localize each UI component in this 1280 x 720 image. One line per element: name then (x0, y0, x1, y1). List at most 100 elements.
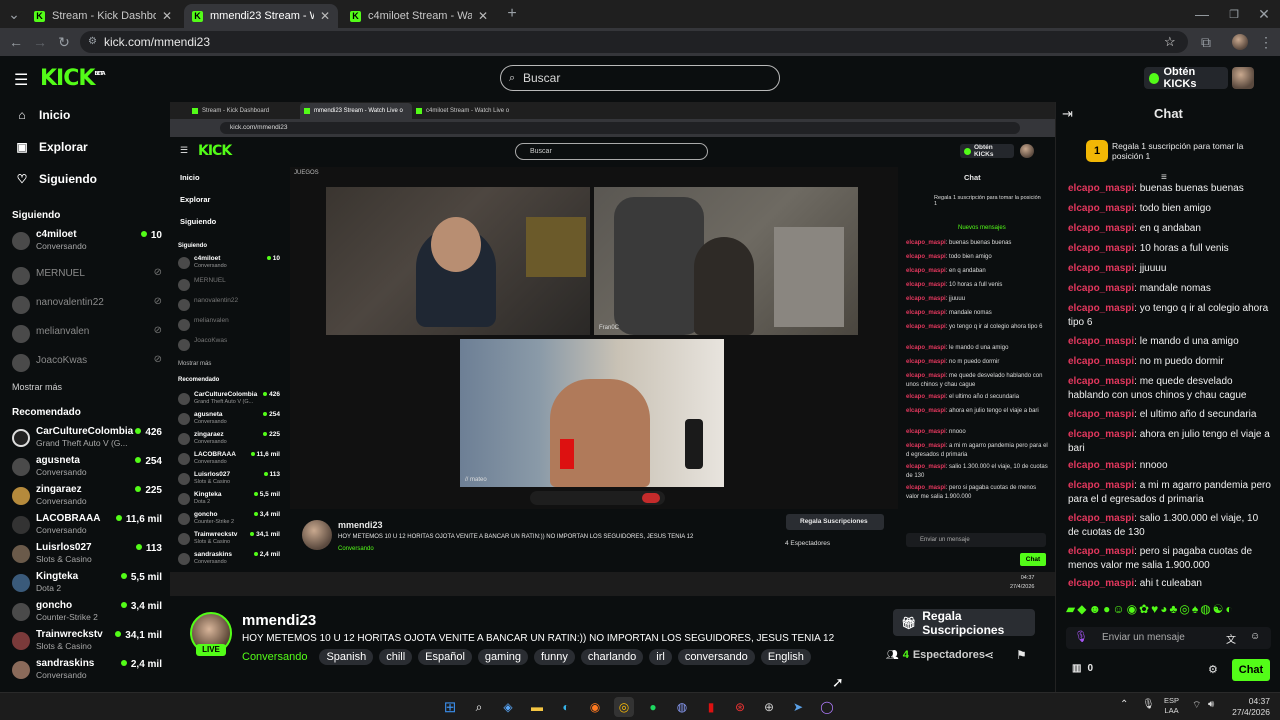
kick-logo[interactable]: KICKBETA (40, 66, 106, 91)
emoji-icon[interactable]: ☺ (1250, 631, 1260, 642)
following-channel[interactable]: MERNUEL ⊘ (12, 264, 162, 290)
nav-inicio[interactable]: ⌂ Inicio (14, 108, 70, 122)
recommended-channel[interactable]: Luisrlos027 Slots & Casino 113 (12, 542, 162, 568)
recommended-channel[interactable]: CarCultureColombia Grand Theft Auto V (G.… (12, 426, 162, 452)
browser-menu-icon[interactable]: ⋮ (1256, 32, 1276, 52)
chat-username[interactable]: elcapo_maspi (1068, 243, 1134, 254)
new-tab-icon[interactable]: + (502, 4, 522, 24)
show-more-link[interactable]: Mostrar más (12, 382, 62, 392)
language-indicator[interactable]: ESP LAA (1164, 696, 1179, 716)
tag-english[interactable]: English (760, 649, 811, 665)
get-kicks-button[interactable]: Obtén KICKs (1144, 66, 1228, 90)
browser-tab-mmendi23[interactable]: K mmendi23 Stream - Watch Live o ✕ (184, 4, 338, 28)
emote-bar[interactable]: ▰◆☻●☺◉✿♥◕♣◎♠◍☯◐ (1066, 602, 1271, 618)
steam-icon[interactable]: ➤ (788, 697, 808, 717)
tag-gaming[interactable]: gaming (477, 649, 528, 665)
chat-username[interactable]: elcapo_maspi (1068, 303, 1134, 314)
edge-icon[interactable]: ◐ (556, 697, 576, 717)
discord-icon[interactable]: ◍ (672, 697, 692, 717)
nav-explorar[interactable]: ▣ Explorar (14, 140, 87, 154)
gift-subs-button[interactable]: 🎁︎ Regala Suscripciones (893, 609, 1035, 637)
chat-username[interactable]: elcapo_maspi (1068, 283, 1134, 294)
chat-username[interactable]: elcapo_maspi (1068, 460, 1134, 471)
chat-input[interactable]: 🎙︎ Enviar un mensaje 文 ☺ (1066, 627, 1271, 649)
bookmark-star-icon[interactable]: ☆ (1164, 31, 1176, 53)
streamer-name[interactable]: mmendi23 (242, 612, 316, 629)
chat-username[interactable]: elcapo_maspi (1068, 429, 1134, 440)
recommended-channel[interactable]: LACOBRAAA Conversando 11,6 mil (12, 513, 162, 539)
tray-mic-icon[interactable]: 🎙︎ (1142, 699, 1155, 710)
more-options-icon[interactable]: ⚑ (1016, 648, 1027, 662)
file-explorer-icon[interactable]: ▬ (527, 697, 547, 717)
app-icon[interactable]: ▮ (701, 697, 721, 717)
tag-chill[interactable]: chill (379, 649, 413, 665)
following-channel[interactable]: JoacoKwas ⊘ (12, 351, 162, 377)
menu-icon[interactable]: ☰ (14, 70, 28, 90)
browser-tab-dashboard[interactable]: K Stream - Kick Dashboard ✕ (26, 4, 180, 28)
volume-icon[interactable]: 🔊︎ (1208, 699, 1214, 710)
copilot-icon[interactable]: ◈ (498, 697, 518, 717)
user-avatar[interactable] (1232, 67, 1254, 89)
collapse-chat-icon[interactable]: ⇥ (1062, 106, 1073, 122)
back-icon[interactable]: ← (6, 32, 26, 52)
chat-username[interactable]: elcapo_maspi (1068, 223, 1134, 234)
recommended-channel[interactable]: Trainwreckstv Slots & Casino 34,1 mil (12, 629, 162, 655)
recommended-channel[interactable]: zingaraez Conversando 225 (12, 484, 162, 510)
chat-username[interactable]: elcapo_maspi (1068, 546, 1134, 557)
following-channel[interactable]: nanovalentin22 ⊘ (12, 293, 162, 319)
close-window-icon[interactable]: ✕ (1254, 4, 1274, 24)
minimize-icon[interactable]: — (1192, 4, 1212, 24)
site-info-icon[interactable]: ⚙ (88, 31, 97, 53)
tab-close-icon[interactable]: ✕ (162, 9, 172, 23)
maximize-icon[interactable]: ❐ (1224, 4, 1244, 24)
chrome-icon[interactable]: ◎ (614, 697, 634, 717)
stream-video-player[interactable]: Stream - Kick Dashboard mmendi23 Stream … (170, 102, 1055, 596)
tag-espanol[interactable]: Español (418, 649, 472, 665)
chat-username[interactable]: elcapo_maspi (1068, 376, 1134, 387)
channel-points[interactable]: ▥ 0 (1072, 663, 1093, 674)
wifi-icon[interactable]: ⌔ (1192, 699, 1201, 712)
recommended-channel[interactable]: agusneta Conversando 254 (12, 455, 162, 481)
extensions-icon[interactable]: ⧉ (1196, 32, 1216, 52)
pinned-gift-prompt[interactable]: Regala 1 suscripción para tomar la posic… (1112, 141, 1262, 161)
chat-username[interactable]: elcapo_maspi (1068, 409, 1134, 420)
send-chat-button[interactable]: Chat (1232, 659, 1270, 681)
nav-siguiendo[interactable]: ♡ Siguiendo (14, 172, 97, 186)
microphone-icon[interactable]: 🎙︎ (1074, 630, 1088, 643)
chat-username[interactable]: elcapo_maspi (1068, 356, 1134, 367)
profile-avatar[interactable] (1232, 34, 1248, 50)
following-channel[interactable]: c4miloet Conversando 10 (12, 229, 162, 255)
recommended-channel[interactable]: sandraskins Conversando 2,4 mil (12, 658, 162, 684)
recommended-channel[interactable]: goncho Counter-Strike 2 3,4 mil (12, 600, 162, 626)
start-icon[interactable]: ⊞ (440, 697, 460, 717)
search-input[interactable]: ⌕ Buscar (500, 65, 780, 91)
clock[interactable]: 04:37 27/4/2026 (1226, 696, 1270, 718)
chat-username[interactable]: elcapo_maspi (1068, 480, 1134, 491)
chat-username[interactable]: elcapo_maspi (1068, 578, 1134, 589)
app-icon[interactable]: ⊛ (730, 697, 750, 717)
firefox-icon[interactable]: ◉ (585, 697, 605, 717)
tag-irl[interactable]: irl (649, 649, 672, 665)
chat-username[interactable]: elcapo_maspi (1068, 513, 1134, 524)
taskbar-search-icon[interactable]: ⌕ (469, 697, 489, 717)
app-icon[interactable]: ◯ (817, 697, 837, 717)
browser-tab-c4miloet[interactable]: K c4miloet Stream - Watch Live o ✕ (342, 4, 496, 28)
reload-icon[interactable]: ↻ (54, 32, 74, 52)
chat-username[interactable]: elcapo_maspi (1068, 183, 1134, 194)
following-channel[interactable]: melianvalen ⊘ (12, 322, 162, 348)
url-field[interactable]: ⚙ kick.com/mmendi23 ☆ (80, 31, 1188, 53)
tab-list-icon[interactable]: ⌄ (4, 4, 24, 24)
recommended-channel[interactable]: Kingteka Dota 2 5,5 mil (12, 571, 162, 597)
tag-conversando[interactable]: conversando (677, 649, 755, 665)
tab-close-icon[interactable]: ✕ (320, 9, 330, 23)
translate-icon[interactable]: 文 (1226, 631, 1236, 646)
chat-settings-icon[interactable]: ⚙ (1208, 663, 1218, 676)
chat-username[interactable]: elcapo_maspi (1068, 336, 1134, 347)
tray-expand-icon[interactable]: ⌃ (1120, 699, 1128, 710)
spotify-icon[interactable]: ● (643, 697, 663, 717)
forward-icon[interactable]: → (30, 32, 50, 52)
tag-charlando[interactable]: charlando (580, 649, 644, 665)
category-link[interactable]: Conversando (242, 651, 307, 663)
chat-username[interactable]: elcapo_maspi (1068, 263, 1134, 274)
chat-username[interactable]: elcapo_maspi (1068, 203, 1134, 214)
